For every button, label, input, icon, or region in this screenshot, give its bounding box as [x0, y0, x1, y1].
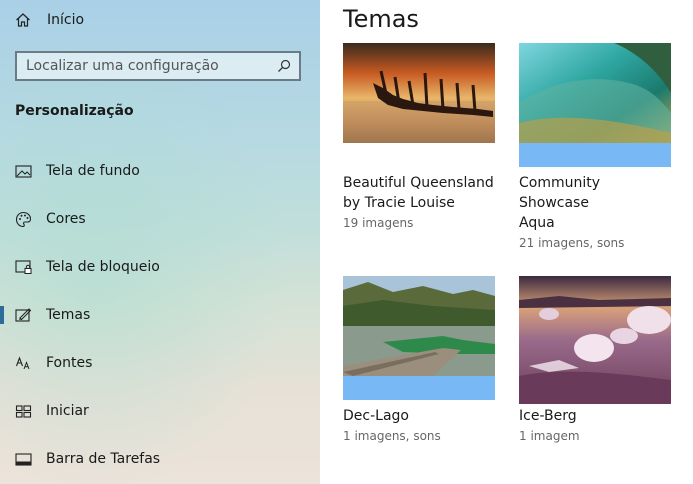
- theme-meta: 19 imagens: [343, 216, 414, 230]
- theme-meta: 1 imagem: [519, 429, 580, 443]
- theme-thumbnail[interactable]: [343, 276, 495, 404]
- fonts-icon: [15, 356, 30, 370]
- sidebar-item-label: Tela de bloqueio: [46, 259, 160, 275]
- home-link[interactable]: Início: [15, 9, 84, 31]
- theme-tile-community-showcase-aqua[interactable]: Community Showcase Aqua 21 imagens, sons: [519, 43, 671, 250]
- sidebar-item-label: Fontes: [46, 355, 93, 371]
- search-box[interactable]: [15, 51, 301, 81]
- theme-name: Beautiful Queensland: [343, 175, 494, 191]
- section-title: Personalização: [15, 103, 134, 119]
- theme-preview-image: [343, 43, 495, 171]
- theme-tile-ice-berg[interactable]: Ice-Berg 1 imagem: [519, 276, 671, 443]
- theme-name: by Tracie Louise: [343, 195, 455, 211]
- taskbar-icon: [15, 453, 32, 466]
- sidebar-item-tela-de-bloqueio[interactable]: Tela de bloqueio: [0, 247, 320, 287]
- sidebar-item-fontes[interactable]: Fontes: [0, 343, 320, 383]
- sidebar-item-tela-de-fundo[interactable]: Tela de fundo: [0, 151, 320, 191]
- sidebar-item-temas[interactable]: Temas: [0, 295, 320, 335]
- theme-meta: 1 imagens, sons: [343, 429, 441, 443]
- start-icon: [15, 405, 32, 418]
- theme-thumbnail[interactable]: [519, 43, 671, 171]
- sidebar-item-barra-de-tarefas[interactable]: Barra de Tarefas: [0, 439, 320, 479]
- theme-name: Community Showcase: [519, 175, 601, 211]
- theme-tile-beautiful-queensland[interactable]: Beautiful Queensland by Tracie Louise 19…: [343, 43, 495, 230]
- lock-screen-icon: [15, 260, 32, 274]
- picture-icon: [15, 165, 32, 178]
- sidebar-item-label: Barra de Tarefas: [46, 451, 161, 467]
- search-input[interactable]: [17, 52, 276, 80]
- sidebar: Início Personalização Tela de fundo Core…: [0, 0, 320, 484]
- theme-preview-image: [343, 276, 495, 404]
- themes-icon: [15, 308, 32, 322]
- theme-preview-image: [519, 43, 671, 171]
- sidebar-item-label: Iniciar: [46, 403, 89, 419]
- sidebar-item-label: Cores: [46, 211, 86, 227]
- home-icon: [16, 13, 30, 27]
- search-icon[interactable]: [276, 58, 292, 74]
- selection-indicator: [0, 306, 4, 324]
- theme-tile-dec-lago[interactable]: Dec-Lago 1 imagens, sons: [343, 276, 495, 443]
- palette-icon: [15, 211, 32, 228]
- main-content: Temas Beautiful Queensland by Tracie Lou…: [320, 0, 693, 484]
- theme-meta: 21 imagens, sons: [519, 236, 625, 250]
- sidebar-item-label: Tela de fundo: [46, 163, 140, 179]
- theme-preview-image: [519, 276, 671, 404]
- theme-name: Aqua: [519, 215, 555, 231]
- theme-thumbnail[interactable]: [519, 276, 671, 404]
- theme-thumbnail[interactable]: [343, 43, 495, 171]
- theme-name: Dec-Lago: [343, 408, 409, 424]
- sidebar-item-iniciar[interactable]: Iniciar: [0, 391, 320, 431]
- page-title: Temas: [343, 5, 419, 33]
- home-label: Início: [47, 12, 85, 28]
- theme-name: Ice-Berg: [519, 408, 577, 424]
- sidebar-item-cores[interactable]: Cores: [0, 199, 320, 239]
- sidebar-item-label: Temas: [46, 307, 91, 323]
